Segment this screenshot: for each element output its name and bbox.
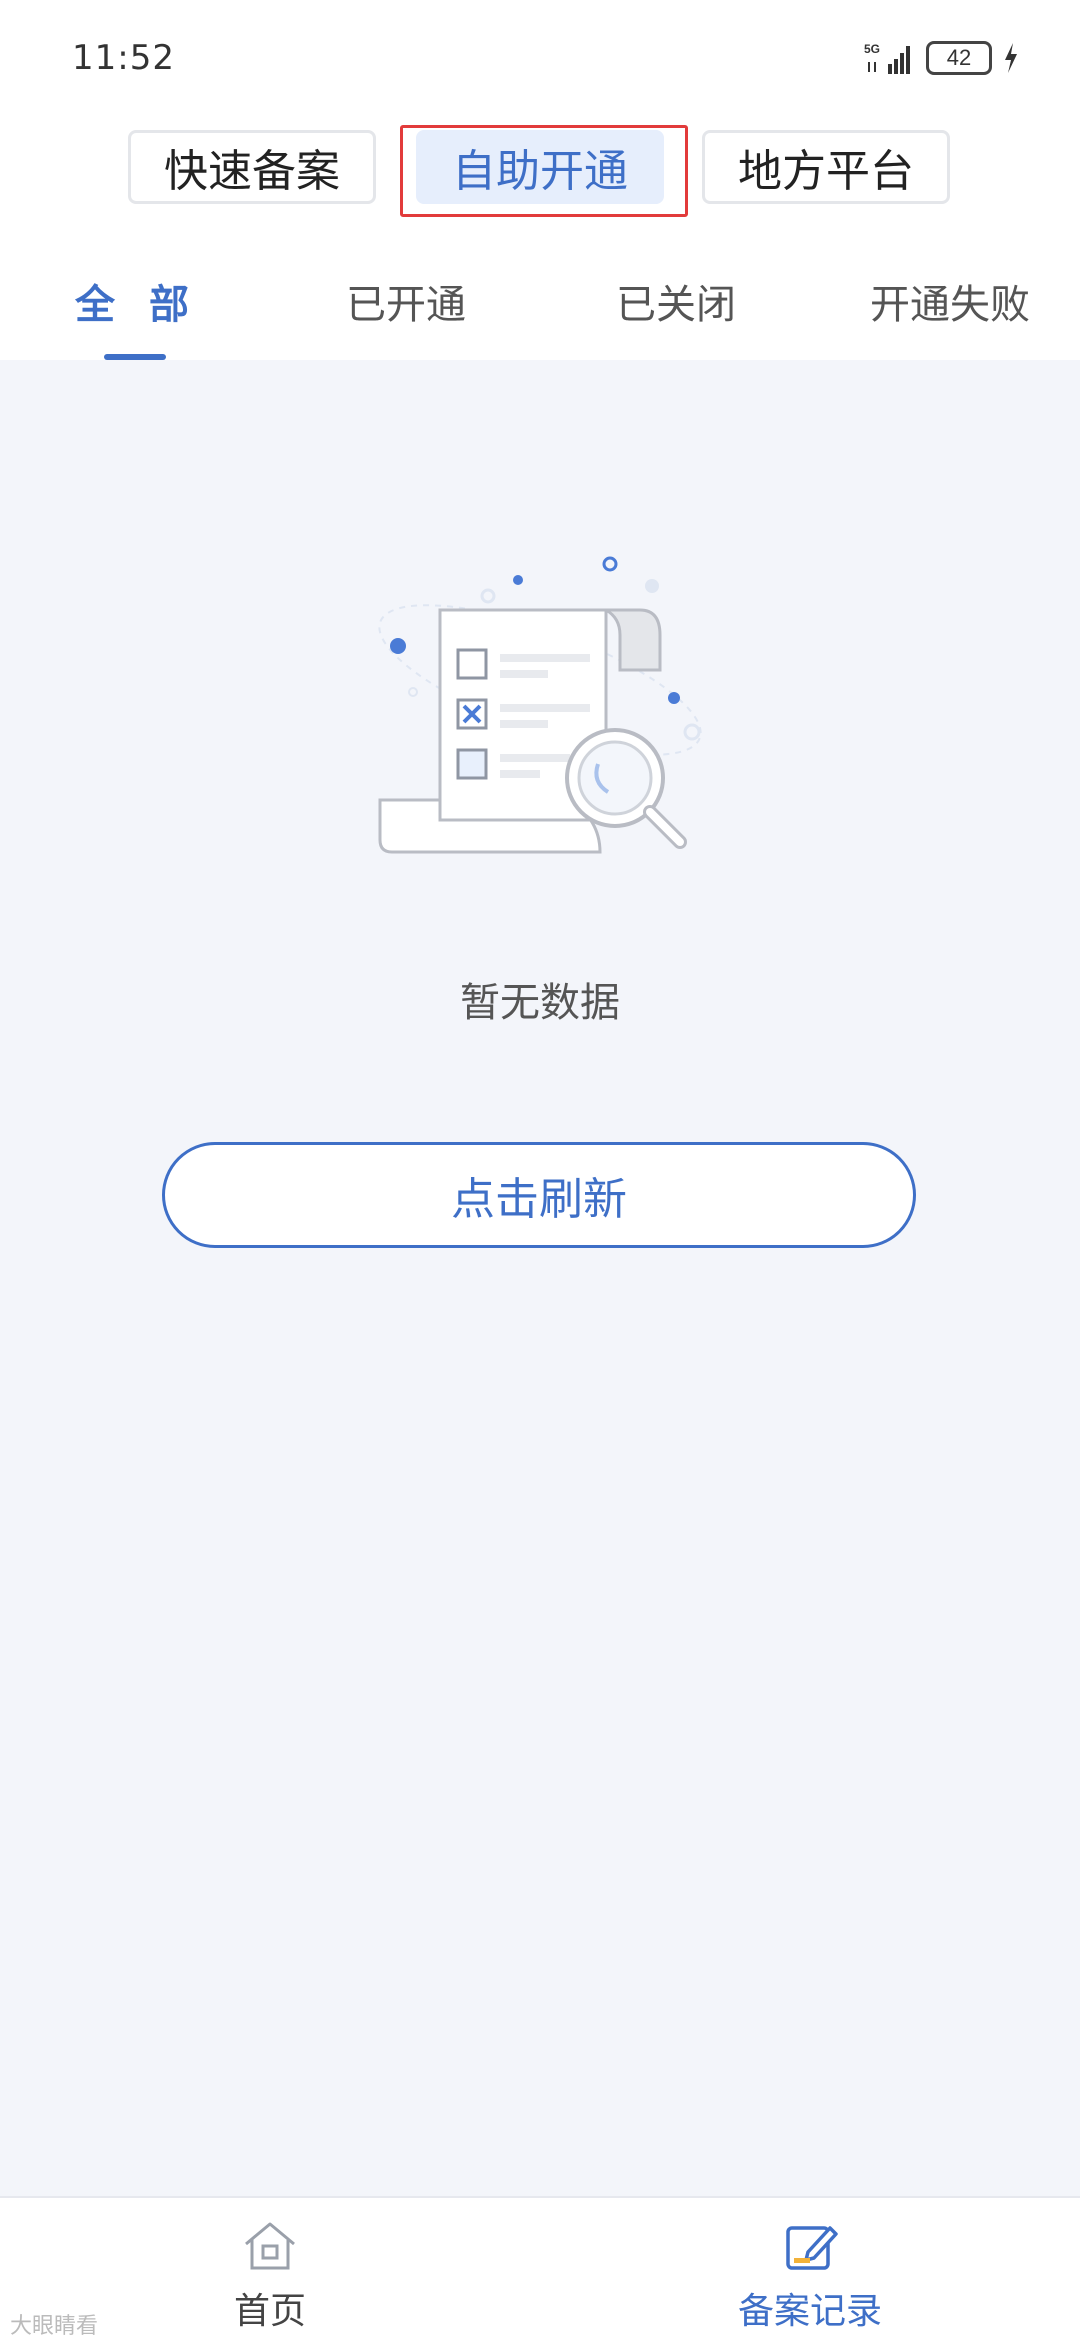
segment-quick-filing[interactable]: 快速备案 <box>128 130 376 204</box>
watermark: 大眼睛看 <box>10 2314 99 2339</box>
selection-highlight <box>400 125 688 217</box>
segment-control: 快速备案 自助开通 地方平台 <box>0 125 1080 217</box>
refresh-button[interactable]: 点击刷新 <box>162 1142 916 1248</box>
status-time: 11:52 <box>72 38 175 78</box>
nav-home-label: 首页 <box>233 2291 306 2332</box>
empty-document-search-icon <box>378 556 702 854</box>
status-icons: 5G 42 <box>864 38 1020 78</box>
home-icon <box>245 2222 295 2270</box>
battery-indicator: 42 <box>926 41 992 75</box>
tab-failed[interactable]: 开通失败 <box>860 272 1040 330</box>
status-bar: 11:52 5G 42 <box>0 0 1080 120</box>
header: 11:52 5G 42 快速备案 自助开通 地方平台 全 部 已开通 已关闭 开… <box>0 0 1080 360</box>
tab-all[interactable]: 全 部 <box>72 272 202 330</box>
charging-icon <box>1005 43 1017 73</box>
segment-local-platform[interactable]: 地方平台 <box>702 130 950 204</box>
record-edit-icon <box>786 2226 838 2270</box>
tab-closed[interactable]: 已关闭 <box>606 272 746 330</box>
empty-message: 暂无数据 <box>460 980 620 1026</box>
signal-5g-icon: 5G <box>864 42 910 74</box>
svg-text:5G: 5G <box>864 42 880 56</box>
status-tabs: 全 部 已开通 已关闭 开通失败 <box>0 260 1080 360</box>
tab-indicator <box>104 354 166 360</box>
nav-filing-records[interactable]: 备案记录 <box>710 2216 910 2334</box>
bottom-nav: 首页 备案记录 <box>0 2196 1080 2342</box>
nav-home[interactable]: 首页 <box>170 2216 370 2334</box>
tab-opened[interactable]: 已开通 <box>336 272 476 330</box>
nav-filing-records-label: 备案记录 <box>737 2291 882 2332</box>
